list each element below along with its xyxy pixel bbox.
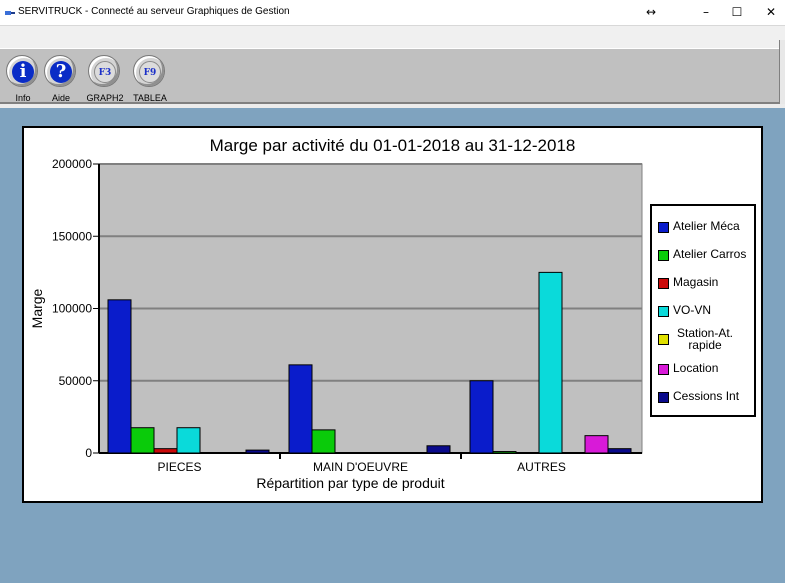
- bar[interactable]: [288, 364, 313, 454]
- legend-swatch: [658, 222, 669, 233]
- bar[interactable]: [153, 448, 178, 454]
- legend-label: Atelier Carros: [673, 247, 747, 261]
- legend-item: Location: [656, 356, 756, 382]
- legend-swatch: [658, 250, 669, 261]
- bar[interactable]: [469, 380, 494, 454]
- tablea-button[interactable]: F9 TABLEA: [131, 55, 169, 103]
- legend-item: Station-At. rapide: [656, 326, 756, 352]
- workspace-strip: [0, 104, 785, 108]
- window-title: SERVITRUCK - Connecté au serveur Graphiq…: [18, 6, 290, 17]
- y-tick-label: 150000: [52, 229, 92, 243]
- legend-swatch: [658, 364, 669, 375]
- legend-item: Cessions Int: [656, 384, 756, 410]
- f3-key-icon: F3: [88, 55, 120, 87]
- bar[interactable]: [426, 445, 451, 454]
- legend-swatch: [658, 278, 669, 289]
- y-tick-label: 100000: [52, 302, 92, 316]
- y-tick-label: 200000: [52, 157, 92, 171]
- help-button[interactable]: ? Aide: [42, 55, 80, 103]
- legend-swatch: [658, 334, 669, 345]
- title-bar[interactable]: SERVITRUCK - Connecté au serveur Graphiq…: [0, 0, 785, 26]
- resize-arrows-icon[interactable]: ↔: [641, 4, 661, 20]
- legend-item: Magasin: [656, 270, 756, 296]
- close-button[interactable]: ✕: [761, 4, 781, 20]
- menu-strip: [0, 26, 785, 48]
- legend-item: VO-VN: [656, 298, 756, 324]
- x-tick-label: AUTRES: [517, 460, 566, 474]
- bar[interactable]: [311, 429, 336, 454]
- bar[interactable]: [130, 427, 155, 454]
- bar[interactable]: [584, 435, 609, 454]
- x-axis-label: Répartition par type de produit: [256, 475, 444, 491]
- info-icon: i: [6, 55, 38, 87]
- legend-item: Atelier Carros: [656, 242, 756, 268]
- y-tick-label: 50000: [59, 374, 93, 388]
- maximize-button[interactable]: ☐: [727, 4, 747, 20]
- chart-legend: Atelier Méca Atelier Carros Magasin VO-VN St…: [650, 204, 756, 417]
- legend-label: Station-At. rapide: [676, 326, 734, 352]
- help-icon: ?: [44, 55, 76, 87]
- toolbar: i Info ? Aide F3 GRAPH2 F9 TABLEA: [0, 48, 785, 104]
- bar[interactable]: [607, 448, 632, 454]
- window-edge: [779, 40, 785, 104]
- app-icon: [5, 11, 15, 15]
- legend-label: Cessions Int: [673, 389, 740, 403]
- graph2-button[interactable]: F3 GRAPH2: [86, 55, 124, 103]
- bar[interactable]: [538, 271, 563, 454]
- legend-swatch: [658, 306, 669, 317]
- x-tick-label: PIECES: [157, 460, 201, 474]
- f9-key-icon: F9: [133, 55, 165, 87]
- legend-label: Location: [673, 361, 719, 375]
- tablea-label: TABLEA: [133, 93, 167, 103]
- bar[interactable]: [492, 451, 517, 454]
- application-window: SERVITRUCK - Connecté au serveur Graphiq…: [0, 0, 785, 583]
- legend-label: Atelier Méca: [673, 219, 740, 233]
- legend-swatch: [658, 392, 669, 403]
- legend-label: VO-VN: [673, 303, 712, 317]
- legend-label: Magasin: [673, 275, 719, 289]
- x-tick-label: MAIN D'OEUVRE: [313, 460, 408, 474]
- legend-item: Atelier Méca: [656, 214, 756, 240]
- y-tick-label: 0: [85, 446, 92, 460]
- minimize-button[interactable]: –: [696, 4, 716, 20]
- y-axis-label: Marge: [29, 288, 45, 328]
- bar[interactable]: [176, 427, 201, 454]
- bar[interactable]: [245, 449, 270, 454]
- chart-panel: Marge par activité du 01-01-2018 au 31-1…: [22, 126, 763, 503]
- bar[interactable]: [107, 299, 132, 454]
